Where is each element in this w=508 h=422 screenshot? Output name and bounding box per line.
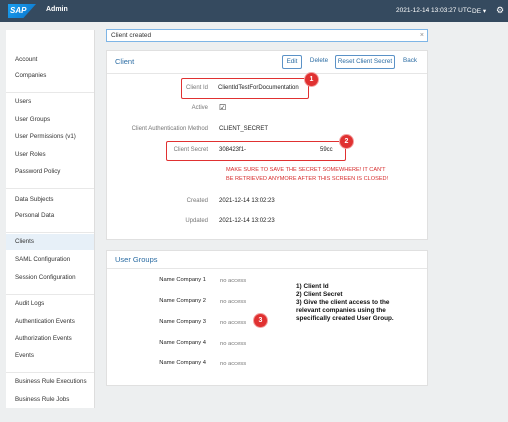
user-group-name: Name Company 3 [159,319,206,325]
sidebar-item-business-rule-executions[interactable]: Business Rule Executions [6,374,94,390]
annotation-note-line: relevant companies using the [296,307,386,314]
gear-icon[interactable]: ⚙ [496,5,504,16]
panel-title: User Groups [115,255,158,264]
annotation-badge-1: 1 [305,73,318,86]
annotation-badge-3: 3 [254,314,267,327]
sidebar-item-data-subjects[interactable]: Data Subjects [6,192,94,208]
created-label: Created [186,198,208,204]
sidebar-item-user-roles[interactable]: User Roles [6,147,94,163]
active-label: Active [191,105,208,111]
divider [6,92,94,93]
highlight-box-client-id [181,78,309,99]
secret-warning-line-2: BE RETRIEVED ANYMORE AFTER THIS SCREEN I… [226,176,389,182]
user-group-access[interactable]: no access [220,361,246,367]
server-timestamp: 2021-12-14 13:03:27 UTC [396,7,472,14]
search-value: Client created [111,32,152,39]
user-group-access[interactable]: no access [220,320,246,326]
sidebar-item-authorization-events[interactable]: Authorization Events [6,331,94,347]
reset-client-secret-button[interactable]: Reset Client Secret [335,55,395,69]
sidebar-nav: Account Companies Users User Groups User… [6,30,95,408]
checkbox-checked-icon: ☑ [219,103,227,112]
secret-warning-line-1: MAKE SURE TO SAVE THE SECRET SOMEWHERE! … [226,167,386,173]
updated-value: 2021-12-14 13:02:23 [219,218,275,224]
edit-button[interactable]: Edit [282,55,302,69]
sidebar-item-user-permissions[interactable]: User Permissions (v1) [6,129,94,145]
sidebar-item-session-configuration[interactable]: Session Configuration [6,270,94,286]
annotation-note-line: 1) Client Id [296,283,329,290]
divider [107,268,427,269]
sidebar-item-account[interactable]: Account [6,52,94,68]
divider [107,73,427,74]
app-title: Admin [46,6,68,13]
user-group-access[interactable]: no access [220,299,246,305]
user-group-name: Name Company 1 [159,277,206,283]
sidebar-item-authentication-events[interactable]: Authentication Events [6,314,94,330]
auth-method-label: Client Authentication Method [131,126,208,132]
sap-logo[interactable]: SAP [8,4,36,18]
user-group-name: Name Company 2 [159,298,206,304]
divider [6,372,94,373]
chevron-down-icon: ▾ [482,8,487,15]
divider [6,232,94,233]
user-group-access[interactable]: no access [220,341,246,347]
sidebar-item-events[interactable]: Events [6,348,94,364]
user-group-name: Name Company 4 [159,360,206,366]
divider [6,294,94,295]
sidebar-item-companies[interactable]: Companies [6,68,94,84]
sidebar-item-saml-configuration[interactable]: SAML Configuration [6,252,94,268]
auth-method-value: CLIENT_SECRET [219,126,269,132]
divider [6,188,94,189]
sidebar-item-clients[interactable]: Clients [6,234,94,250]
highlight-box-client-secret [166,141,346,161]
close-icon[interactable]: × [420,30,424,41]
user-group-access[interactable]: no access [220,278,246,284]
annotation-note-line: specifically created User Group. [296,315,394,322]
back-button[interactable]: Back [400,55,420,69]
sidebar-item-password-policy[interactable]: Password Policy [6,164,94,180]
sidebar-item-audit-logs[interactable]: Audit Logs [6,296,94,312]
user-group-name: Name Company 4 [159,340,206,346]
panel-title: Client [115,57,135,66]
language-label: DE [472,8,482,15]
top-bar: SAP Admin 2021-12-14 13:03:27 UTC DE ▾ ⚙ [0,0,508,22]
sidebar-item-business-rule-jobs[interactable]: Business Rule Jobs [6,392,94,408]
language-selector[interactable]: DE ▾ [472,7,486,15]
sidebar-item-personal-data[interactable]: Personal Data [6,208,94,224]
annotation-note-line: 2) Client Secret [296,291,343,298]
annotation-note-line: 3) Give the client access to the [296,299,390,306]
sidebar-item-users[interactable]: Users [6,94,94,110]
delete-button[interactable]: Delete [307,55,331,69]
sidebar-item-user-groups[interactable]: User Groups [6,112,94,128]
updated-label: Updated [185,218,208,224]
search-input[interactable]: Client created × [106,29,428,42]
annotation-badge-2: 2 [340,135,353,148]
created-value: 2021-12-14 13:02:23 [219,198,275,204]
